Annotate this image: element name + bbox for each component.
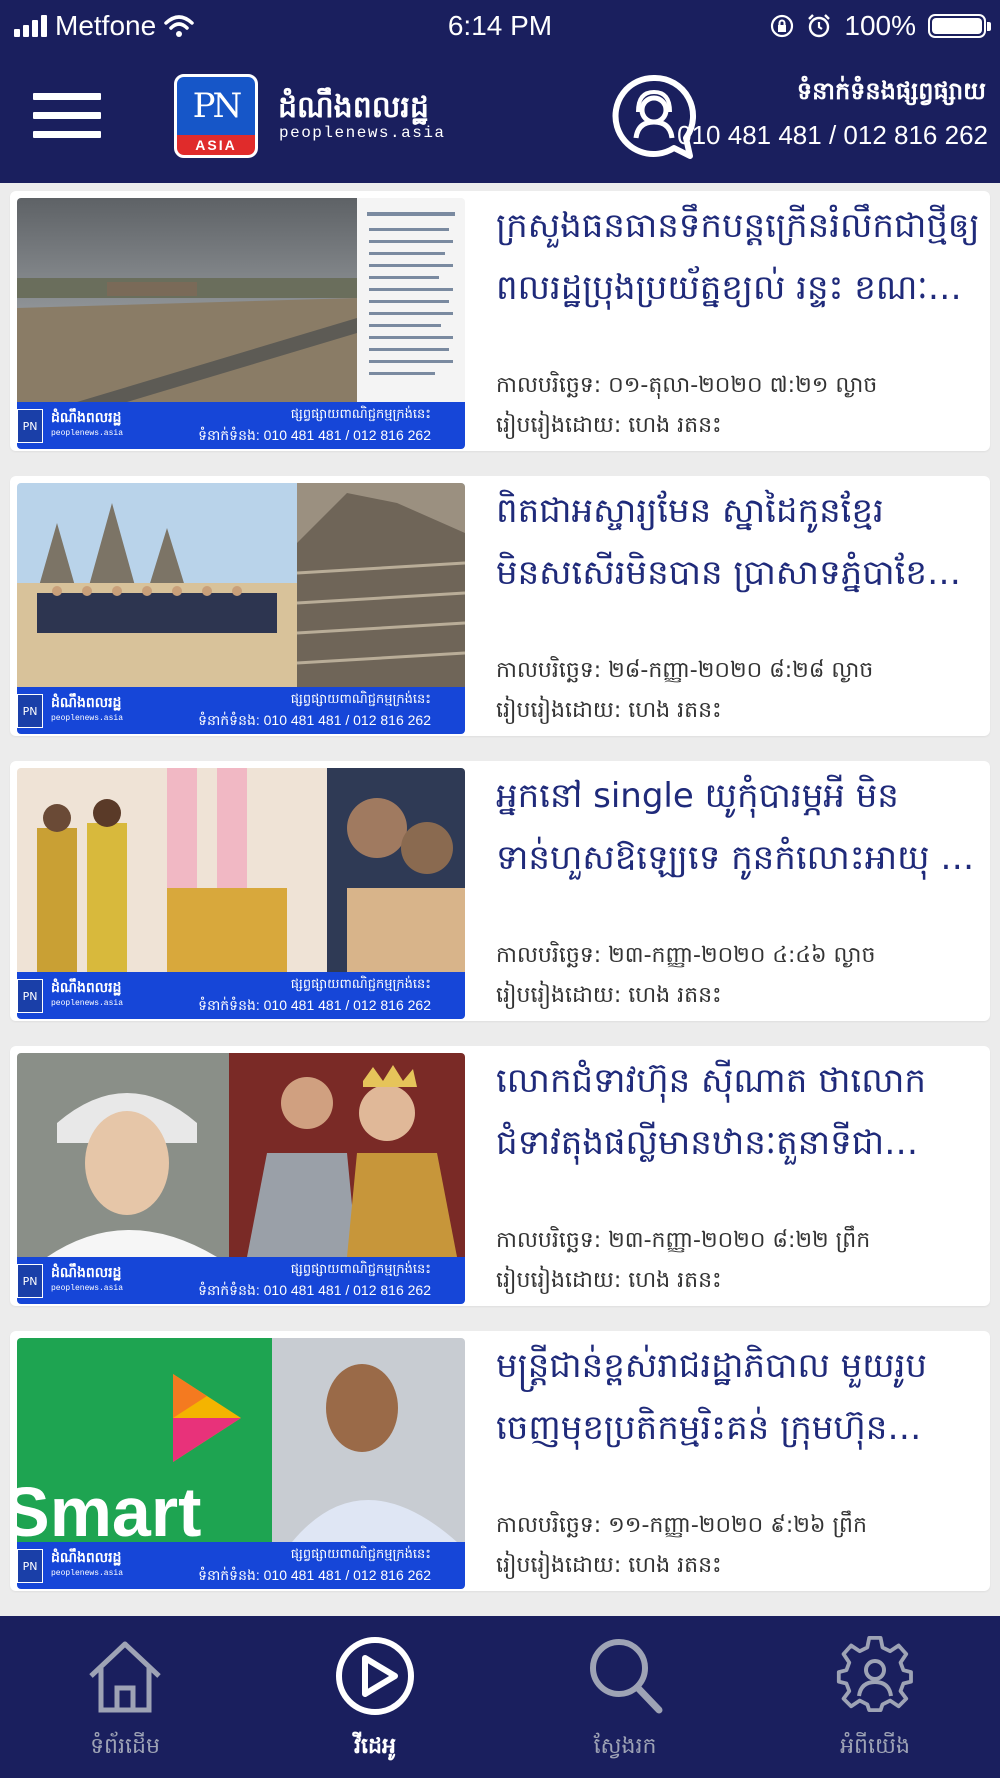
banner-logo: PN bbox=[17, 1264, 43, 1298]
battery-icon bbox=[928, 14, 991, 38]
banner-brand-km: ដំណឹងពលរដ្ឋ bbox=[51, 695, 122, 711]
banner-brand-km: ដំណឹងពលរដ្ឋ bbox=[51, 410, 122, 426]
status-left: Metfone bbox=[14, 10, 194, 42]
banner-brand-en: peoplenews.asia bbox=[51, 999, 124, 1008]
nav-home[interactable]: ទំព័រដើម bbox=[0, 1616, 250, 1778]
article-title[interactable]: ក្រសួងធនធានទឹកបន្តក្រើនរំលឹកជាថ្មីឲ្យពលរ… bbox=[496, 195, 982, 319]
battery-percent: 100% bbox=[844, 10, 916, 41]
menu-button[interactable] bbox=[33, 93, 103, 143]
banner-phone-line: ទំនាក់ទំនង: 010 481 481 / 012 816 262 bbox=[198, 1567, 431, 1583]
article-card[interactable]: PN ដំណឹងពលរដ្ឋ peoplenews.asia ផ្សព្វផ្ស… bbox=[10, 761, 990, 1021]
nav-about[interactable]: អំពីយើង bbox=[750, 1616, 1000, 1778]
article-card[interactable]: PN ដំណឹងពលរដ្ឋ peoplenews.asia ផ្សព្វផ្ស… bbox=[10, 191, 990, 451]
rotation-lock-icon bbox=[771, 14, 794, 38]
banner-brand-km: ដំណឹងពលរដ្ឋ bbox=[51, 980, 122, 996]
banner-brand-km: ដំណឹងពលរដ្ឋ bbox=[51, 1550, 122, 1566]
banner-phone-line: ទំនាក់ទំនង: 010 481 481 / 012 816 262 bbox=[198, 427, 431, 443]
nav-label: វីដេអូ bbox=[354, 1734, 396, 1759]
article-card[interactable]: PN ដំណឹងពលរដ្ឋ peoplenews.asia ផ្សព្វផ្ស… bbox=[10, 1046, 990, 1306]
banner-brand-en: peoplenews.asia bbox=[51, 1284, 124, 1293]
banner-brand-en: peoplenews.asia bbox=[51, 714, 124, 723]
nav-video[interactable]: វីដេអូ bbox=[250, 1616, 500, 1778]
banner-brand-en: peoplenews.asia bbox=[51, 1569, 124, 1578]
article-date: កាលបរិច្ឆេទ: ២៣-កញ្ញា-២០២០ ៨:២២ ព្រឹក bbox=[496, 1228, 871, 1253]
thumbnail-banner: PN ដំណឹងពលរដ្ឋ peoplenews.asia ផ្សព្វផ្ស… bbox=[17, 1542, 465, 1589]
article-thumbnail[interactable]: PN ដំណឹងពលរដ្ឋ peoplenews.asia ផ្សព្វផ្ស… bbox=[17, 483, 465, 734]
banner-brand-km: ដំណឹងពលរដ្ឋ bbox=[51, 1265, 122, 1281]
article-date: កាលបរិច្ឆេទ: ២៨-កញ្ញា-២០២០ ៨:២៨ ល្ងាច bbox=[496, 658, 874, 683]
article-author: រៀបរៀងដោយ: ហេង រតនះ bbox=[496, 413, 722, 438]
carrier-name: Metfone bbox=[55, 10, 157, 41]
contact-title: ទំនាក់ទំនងផ្សព្វផ្សាយ bbox=[796, 77, 986, 105]
app-logo: PN ASIA bbox=[174, 74, 258, 158]
banner-logo: PN bbox=[17, 694, 43, 728]
status-right: 100% bbox=[770, 10, 991, 42]
thumbnail-photo bbox=[17, 1053, 465, 1257]
article-thumbnail[interactable]: PN ដំណឹងពលរដ្ឋ peoplenews.asia ផ្សព្វផ្ស… bbox=[17, 768, 465, 1019]
banner-ad-line: ផ្សព្វផ្សាយពាណិជ្ជកម្មក្រង់នេះ bbox=[290, 977, 431, 992]
smart-logo-text: Smart bbox=[17, 1473, 201, 1542]
thumbnail-photo bbox=[17, 768, 465, 972]
banner-ad-line: ផ្សព្វផ្សាយពាណិជ្ជកម្មក្រង់នេះ bbox=[290, 1547, 431, 1562]
nav-label: ស្វែងរក bbox=[593, 1734, 657, 1759]
banner-ad-line: ផ្សព្វផ្សាយពាណិជ្ជកម្មក្រង់នេះ bbox=[290, 692, 431, 707]
banner-logo: PN bbox=[17, 979, 43, 1013]
gear-user-icon bbox=[836, 1636, 913, 1713]
app-header: Metfone 6:14 PM 100% PN ASIA ដំណឹងពលរដ្ឋ… bbox=[0, 0, 1000, 183]
bottom-nav: ទំព័រដើម វីដេអូ ស្វែងរក អំពីយើង bbox=[0, 1616, 1000, 1778]
article-feed[interactable]: PN ដំណឹងពលរដ្ឋ peoplenews.asia ផ្សព្វផ្ស… bbox=[0, 183, 1000, 1615]
banner-ad-line: ផ្សព្វផ្សាយពាណិជ្ជកម្មក្រង់នេះ bbox=[290, 1262, 431, 1277]
article-title[interactable]: ពិតជាអស្ចារ្យមែន ស្នាដៃកូនខ្មែរ មិនសសើរម… bbox=[496, 480, 982, 604]
wifi-icon bbox=[164, 15, 194, 37]
article-date: កាលបរិច្ឆេទ: ០១-តុលា-២០២០ ៧:២១ ល្ងាច bbox=[496, 373, 878, 398]
alarm-icon bbox=[808, 14, 831, 38]
article-date: កាលបរិច្ឆេទ: ២៣-កញ្ញា-២០២០ ៤:៤៦ ល្ងាច bbox=[496, 943, 876, 968]
nav-label: ទំព័រដើម bbox=[90, 1734, 160, 1759]
article-card[interactable]: PN ដំណឹងពលរដ្ឋ peoplenews.asia ផ្សព្វផ្ស… bbox=[10, 476, 990, 736]
thumbnail-banner: PN ដំណឹងពលរដ្ឋ peoplenews.asia ផ្សព្វផ្ស… bbox=[17, 1257, 465, 1304]
article-thumbnail[interactable]: Smart PN ដំណឹងពលរដ្ឋ peoplenews.asia ផ្ស… bbox=[17, 1338, 465, 1589]
banner-brand-en: peoplenews.asia bbox=[51, 429, 124, 438]
banner-phone-line: ទំនាក់ទំនង: 010 481 481 / 012 816 262 bbox=[198, 712, 431, 728]
search-icon bbox=[590, 1639, 663, 1714]
banner-ad-line: ផ្សព្វផ្សាយពាណិជ្ជកម្មក្រង់នេះ bbox=[290, 407, 431, 422]
banner-phone-line: ទំនាក់ទំនង: 010 481 481 / 012 816 262 bbox=[198, 1282, 431, 1298]
brand-name-en: peoplenews.asia bbox=[279, 124, 446, 142]
article-card[interactable]: Smart PN ដំណឹងពលរដ្ឋ peoplenews.asia ផ្ស… bbox=[10, 1331, 990, 1591]
article-date: កាលបរិច្ឆេទ: ១១-កញ្ញា-២០២០ ៩:២៦ ព្រឹក bbox=[496, 1513, 867, 1538]
logo-mark: PN bbox=[177, 77, 255, 135]
banner-phone-line: ទំនាក់ទំនង: 010 481 481 / 012 816 262 bbox=[198, 997, 431, 1013]
article-title[interactable]: អ្នកនៅ single យូកុំបារម្ភអី មិនទាន់ហួសឱឡ… bbox=[496, 765, 982, 889]
article-thumbnail[interactable]: PN ដំណឹងពលរដ្ឋ peoplenews.asia ផ្សព្វផ្ស… bbox=[17, 198, 465, 449]
thumbnail-photo: Smart bbox=[17, 1338, 465, 1542]
logo-sub: ASIA bbox=[177, 135, 255, 155]
nav-label: អំពីយើង bbox=[840, 1734, 910, 1759]
signal-icon bbox=[14, 15, 47, 37]
article-author: រៀបរៀងដោយ: ហេង រតនះ bbox=[496, 698, 722, 723]
contact-phone[interactable]: 010 481 481 / 012 816 262 bbox=[677, 120, 988, 151]
thumbnail-photo bbox=[17, 483, 465, 687]
thumbnail-photo bbox=[17, 198, 465, 402]
article-author: រៀបរៀងដោយ: ហេង រតនះ bbox=[496, 983, 722, 1008]
article-author: រៀបរៀងដោយ: ហេង រតនះ bbox=[496, 1268, 722, 1293]
article-title[interactable]: មន្ត្រីជាន់ខ្ពស់រាជរដ្ឋាភិបាល មួយរូបចេញម… bbox=[496, 1335, 982, 1459]
banner-logo: PN bbox=[17, 409, 43, 443]
article-thumbnail[interactable]: PN ដំណឹងពលរដ្ឋ peoplenews.asia ផ្សព្វផ្ស… bbox=[17, 1053, 465, 1304]
thumbnail-banner: PN ដំណឹងពលរដ្ឋ peoplenews.asia ផ្សព្វផ្ស… bbox=[17, 402, 465, 449]
battery-fill bbox=[932, 18, 982, 34]
article-title[interactable]: លោកជំទាវហ៊ុន ស៊ីណាត ថាលោកជំទាវតុងផល្លីមា… bbox=[496, 1050, 982, 1174]
nav-search[interactable]: ស្វែងរក bbox=[500, 1616, 750, 1778]
thumbnail-banner: PN ដំណឹងពលរដ្ឋ peoplenews.asia ផ្សព្វផ្ស… bbox=[17, 972, 465, 1019]
banner-logo: PN bbox=[17, 1549, 43, 1583]
thumbnail-banner: PN ដំណឹងពលរដ្ឋ peoplenews.asia ផ្សព្វផ្ស… bbox=[17, 687, 465, 734]
article-author: រៀបរៀងដោយ: ហេង រតនះ bbox=[496, 1553, 722, 1578]
play-icon bbox=[336, 1637, 414, 1715]
status-bar: Metfone 6:14 PM 100% bbox=[0, 0, 1000, 52]
home-icon bbox=[89, 1641, 161, 1713]
